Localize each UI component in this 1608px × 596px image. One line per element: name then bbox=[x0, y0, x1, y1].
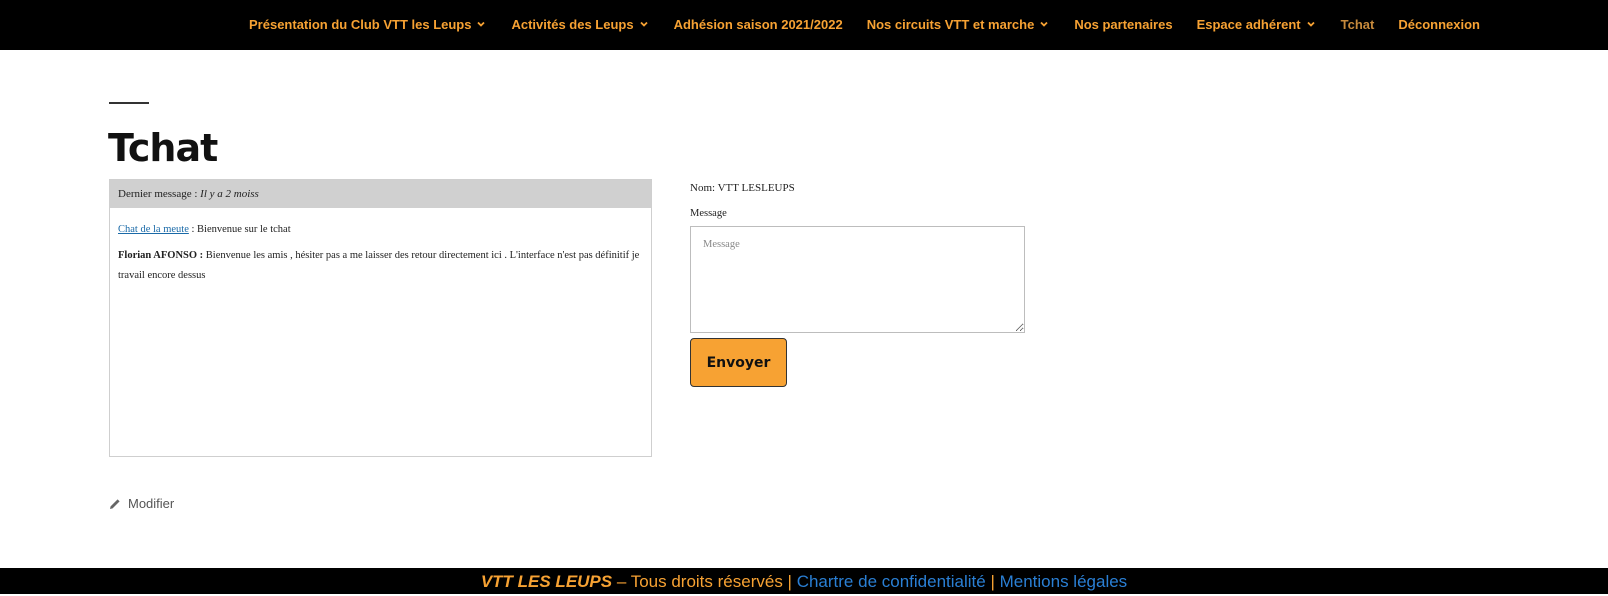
chevron-down-icon bbox=[1305, 18, 1317, 30]
nav-menu: Présentation du Club VTT les Leups Activ… bbox=[249, 0, 1504, 48]
title-divider bbox=[109, 102, 149, 104]
chat-header: Dernier message : Il y a 2 moiss bbox=[110, 180, 651, 208]
footer-separator: | bbox=[787, 572, 792, 591]
chevron-down-icon bbox=[475, 18, 487, 30]
nav-item-label: Nos circuits VTT et marche bbox=[866, 16, 1035, 32]
footer-brand: VTT LES LEUPS bbox=[480, 572, 613, 591]
footer-rights: – Tous droits réservés bbox=[612, 572, 788, 591]
chat-author-link[interactable]: Chat de la meute bbox=[118, 224, 189, 235]
footer-separator: | bbox=[990, 572, 995, 591]
message-label: Message bbox=[690, 208, 727, 219]
nav-item-label: Adhésion saison 2021/2022 bbox=[673, 16, 843, 32]
chat-messages: Chat de la meute : Bienvenue sur le tcha… bbox=[110, 208, 651, 292]
chat-message: Florian AFONSO : Bienvenue les amis , hé… bbox=[118, 246, 643, 286]
nav-item-label: Tchat bbox=[1340, 16, 1375, 32]
nav-item-circuits[interactable]: Nos circuits VTT et marche bbox=[867, 17, 1051, 32]
nav-item-label: Nos partenaires bbox=[1074, 16, 1173, 32]
top-navigation: Présentation du Club VTT les Leups Activ… bbox=[0, 0, 1608, 50]
footer-privacy-link[interactable]: Chartre de confidentialité bbox=[797, 572, 986, 591]
nav-item-activites[interactable]: Activités des Leups bbox=[511, 17, 649, 32]
nav-item-tchat[interactable]: Tchat bbox=[1341, 17, 1375, 32]
nav-item-espace-adherent[interactable]: Espace adhérent bbox=[1197, 17, 1317, 32]
chevron-down-icon bbox=[638, 18, 650, 30]
footer-legal-link[interactable]: Mentions légales bbox=[1000, 572, 1128, 591]
chat-message: Chat de la meute : Bienvenue sur le tcha… bbox=[118, 220, 643, 240]
message-textarea[interactable] bbox=[690, 226, 1025, 333]
nav-item-label: Déconnexion bbox=[1398, 16, 1480, 32]
nav-item-label: Présentation du Club VTT les Leups bbox=[249, 16, 472, 32]
edit-label: Modifier bbox=[128, 496, 175, 511]
nav-item-partenaires[interactable]: Nos partenaires bbox=[1074, 17, 1172, 32]
nav-item-adhesion[interactable]: Adhésion saison 2021/2022 bbox=[674, 17, 843, 32]
nav-item-presentation[interactable]: Présentation du Club VTT les Leups bbox=[249, 17, 487, 32]
nav-item-label: Activités des Leups bbox=[511, 16, 634, 32]
send-button[interactable]: Envoyer bbox=[690, 338, 787, 387]
pencil-icon bbox=[109, 498, 121, 510]
page-title: Tchat bbox=[108, 126, 218, 170]
chevron-down-icon bbox=[1038, 18, 1050, 30]
chat-message-text: : Bienvenue sur le tchat bbox=[188, 224, 291, 235]
chat-header-prefix: Dernier message : bbox=[118, 188, 198, 200]
chat-author: Florian AFONSO : bbox=[118, 250, 204, 261]
edit-link[interactable]: Modifier bbox=[109, 496, 174, 511]
chat-panel: Dernier message : Il y a 2 moiss Chat de… bbox=[109, 179, 652, 457]
sender-name: Nom: VTT LESLEUPS bbox=[690, 182, 795, 194]
chat-header-time: Il y a 2 moiss bbox=[200, 188, 259, 200]
site-footer: VTT LES LEUPS – Tous droits réservés | C… bbox=[0, 568, 1608, 594]
nav-item-deconnexion[interactable]: Déconnexion bbox=[1398, 17, 1480, 32]
nav-item-label: Espace adhérent bbox=[1196, 16, 1301, 32]
